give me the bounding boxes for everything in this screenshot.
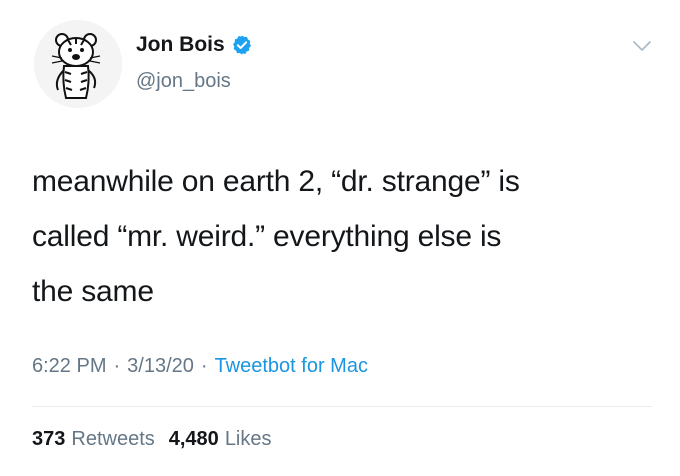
meta-separator: ·	[200, 355, 208, 377]
tweet-text: meanwhile on earth 2, “dr. strange” is c…	[32, 165, 520, 308]
tweet-stats: 373 Retweets 4,480 Likes	[32, 428, 286, 451]
name-row: Jon Bois	[136, 32, 253, 58]
tweet-time[interactable]: 6:22 PM	[32, 355, 106, 378]
meta-separator: ·	[113, 355, 121, 377]
retweets-stat[interactable]: 373 Retweets	[32, 428, 155, 451]
likes-count: 4,480	[168, 428, 219, 450]
author-block: Jon Bois @jon_bois	[136, 32, 253, 93]
display-name[interactable]: Jon Bois	[136, 33, 225, 57]
tweet-meta: 6:22 PM · 3/13/20 · Tweetbot for Mac	[32, 355, 368, 378]
likes-stat[interactable]: 4,480 Likes	[169, 428, 272, 451]
divider	[32, 406, 652, 407]
chevron-down-icon[interactable]	[632, 40, 652, 52]
tweet-date[interactable]: 3/13/20	[127, 355, 194, 378]
likes-label: Likes	[224, 428, 272, 450]
avatar[interactable]	[34, 20, 122, 108]
verified-badge-icon	[232, 35, 251, 55]
retweets-label: Retweets	[71, 428, 155, 450]
retweets-count: 373	[32, 428, 66, 450]
source-link[interactable]: Tweetbot for Mac	[215, 355, 368, 378]
tiger-avatar-icon	[34, 20, 122, 108]
handle[interactable]: @jon_bois	[136, 70, 253, 93]
tweet-card: Jon Bois @jon_bois meanwhile on earth 2,…	[0, 0, 680, 476]
